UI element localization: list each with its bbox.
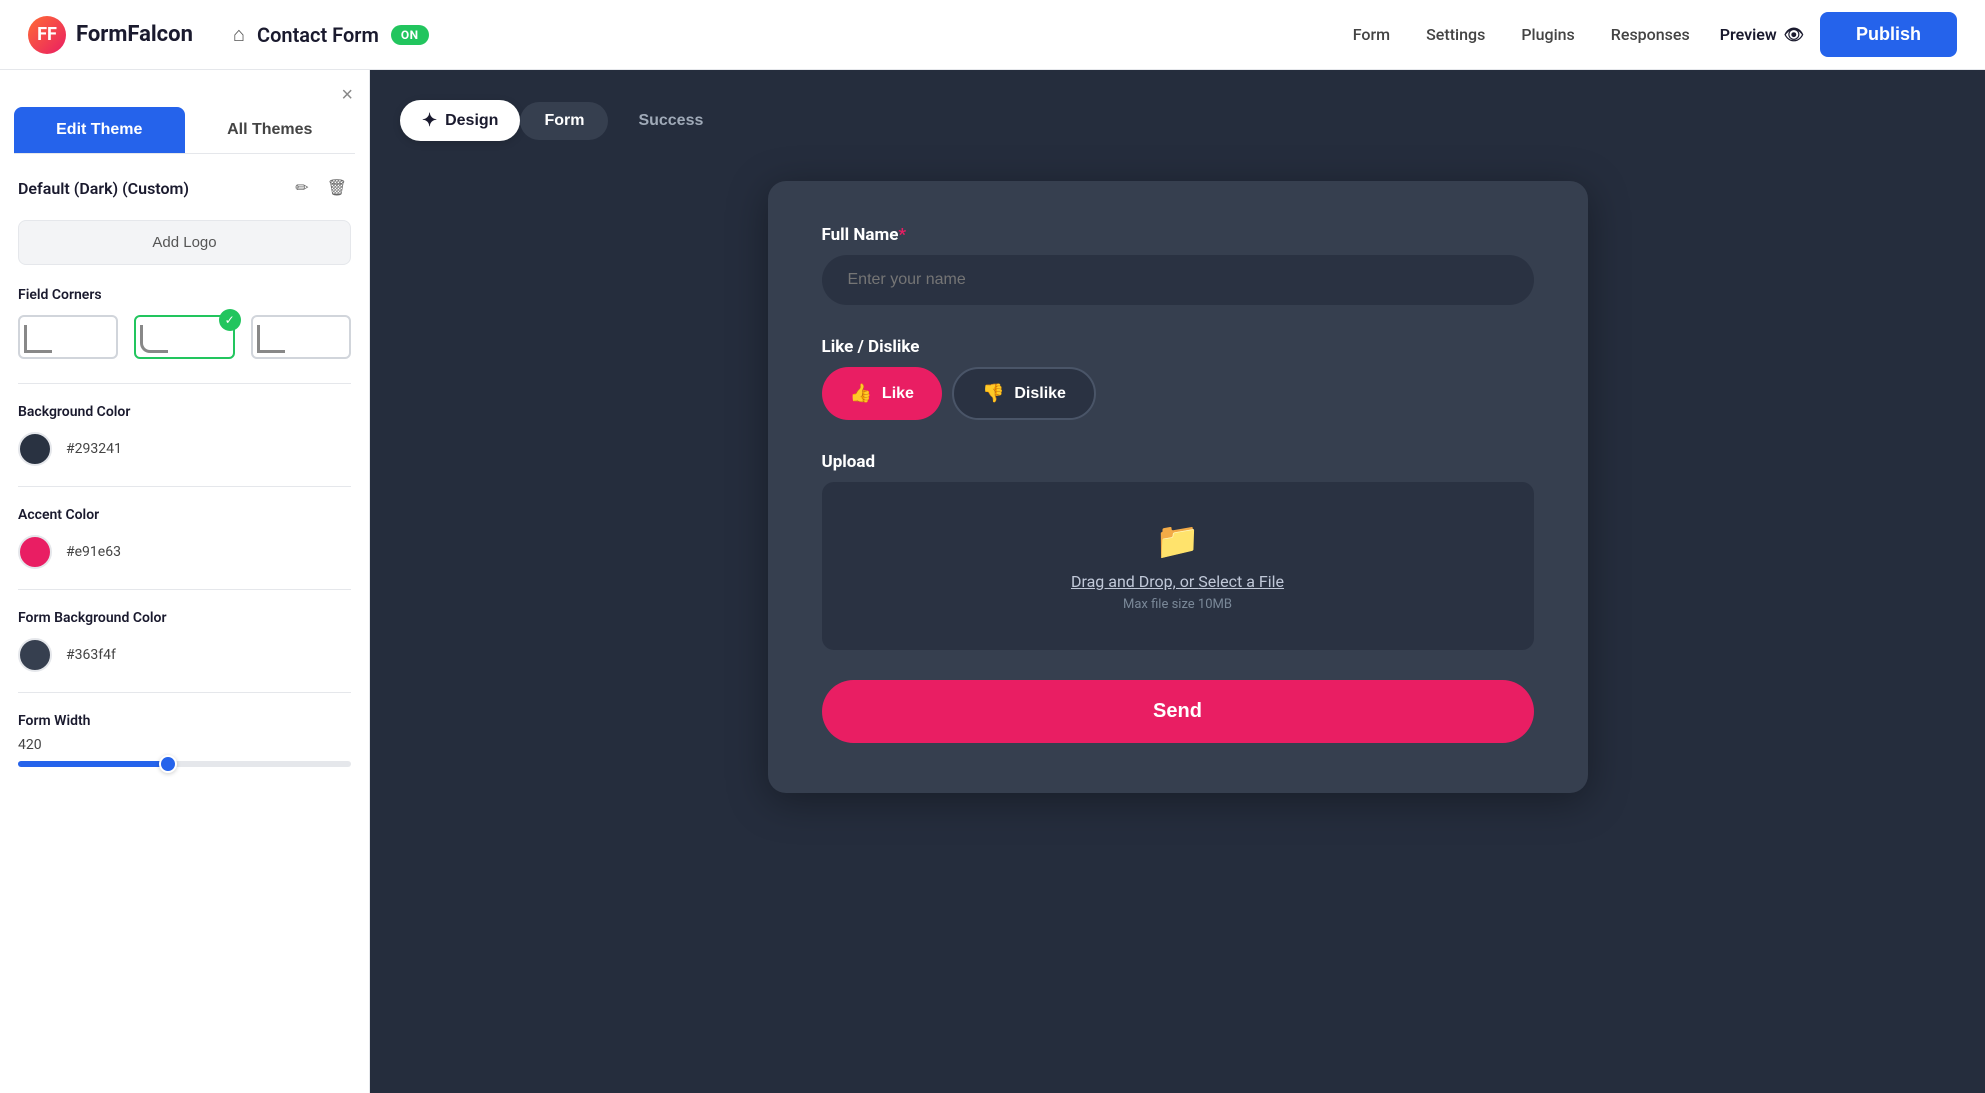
on-badge: ON xyxy=(391,25,429,45)
upload-main-text: Drag and Drop, or Select a File xyxy=(842,572,1514,591)
corner-sharp[interactable] xyxy=(18,315,118,359)
theme-actions: ✏ 🗑 xyxy=(291,174,351,202)
form-title: Contact Form xyxy=(257,23,379,47)
bg-color-row: #293241 xyxy=(18,432,351,466)
top-navigation: FF FormFalcon ⌂ Contact Form ON Form Set… xyxy=(0,0,1985,70)
form-width-value: 420 xyxy=(18,737,351,753)
send-button[interactable]: Send xyxy=(822,680,1534,743)
field-corners-label: Field Corners xyxy=(18,287,351,303)
nav-plugins[interactable]: Plugins xyxy=(1521,25,1574,44)
tab-success[interactable]: Success xyxy=(614,102,727,140)
form-bg-color-hex: #363f4f xyxy=(66,647,116,663)
brand-name: FormFalcon xyxy=(76,22,193,47)
corner-round[interactable]: ✓ xyxy=(134,315,234,359)
corners-row: ✓ xyxy=(18,315,351,359)
form-width-slider-track xyxy=(18,761,351,767)
publish-button[interactable]: Publish xyxy=(1820,12,1957,57)
eye-icon: 👁 xyxy=(1784,25,1804,44)
upload-sub-text: Max file size 10MB xyxy=(842,597,1514,612)
sidebar-content: Default (Dark) (Custom) ✏ 🗑 Add Logo Fie… xyxy=(0,154,369,1093)
main-body: × Edit Theme All Themes Default (Dark) (… xyxy=(0,70,1985,1093)
close-button[interactable]: × xyxy=(341,84,353,107)
tab-all-themes[interactable]: All Themes xyxy=(185,107,356,153)
edit-theme-button[interactable]: ✏ xyxy=(291,174,312,202)
nav-responses[interactable]: Responses xyxy=(1611,25,1690,44)
accent-color-label: Accent Color xyxy=(18,507,351,523)
corner-sharp2[interactable] xyxy=(251,315,351,359)
sidebar-header: × xyxy=(0,70,369,107)
dislike-label: Dislike xyxy=(1014,385,1066,403)
dislike-button[interactable]: 👎 Dislike xyxy=(952,367,1096,420)
theme-name: Default (Dark) (Custom) xyxy=(18,179,189,198)
required-asterisk: * xyxy=(898,225,906,245)
like-dislike-row: 👍 Like 👎 Dislike xyxy=(822,367,1534,420)
tab-form[interactable]: Form xyxy=(520,102,608,140)
accent-color-hex: #e91e63 xyxy=(66,544,121,560)
full-name-label: Full Name* xyxy=(822,225,1534,245)
form-width-label: Form Width xyxy=(18,713,351,729)
like-label: Like xyxy=(882,385,914,403)
design-button[interactable]: ✦ Design xyxy=(400,100,520,141)
slider-fill xyxy=(18,761,168,767)
accent-color-swatch[interactable] xyxy=(18,535,52,569)
like-button[interactable]: 👍 Like xyxy=(822,367,942,420)
brand-logo-icon: FF xyxy=(28,16,66,54)
delete-theme-button[interactable]: 🗑 xyxy=(323,174,351,202)
upload-folder-icon: 📁 xyxy=(842,520,1514,562)
canvas-top-bar: ✦ Design Form Success xyxy=(400,100,1955,141)
nav-links: Form Settings Plugins Responses xyxy=(1353,25,1690,44)
form-title-area: ⌂ Contact Form ON xyxy=(233,22,429,47)
brand-area: FF FormFalcon xyxy=(28,16,193,54)
bg-color-hex: #293241 xyxy=(66,441,122,457)
bg-color-swatch[interactable] xyxy=(18,432,52,466)
tab-edit-theme[interactable]: Edit Theme xyxy=(14,107,185,153)
preview-label: Preview xyxy=(1720,25,1777,44)
thumbs-up-icon: 👍 xyxy=(850,383,872,404)
theme-title-row: Default (Dark) (Custom) ✏ 🗑 xyxy=(18,174,351,202)
sidebar: × Edit Theme All Themes Default (Dark) (… xyxy=(0,70,370,1093)
like-dislike-label: Like / Dislike xyxy=(822,337,1534,357)
form-tabs: Form Success xyxy=(520,102,727,140)
full-name-input[interactable] xyxy=(822,255,1534,305)
select-file-link[interactable]: Select a File xyxy=(1198,572,1284,591)
bg-color-label: Background Color xyxy=(18,404,351,420)
nav-form[interactable]: Form xyxy=(1353,25,1390,44)
design-label: Design xyxy=(445,112,498,130)
preview-button[interactable]: Preview 👁 xyxy=(1720,25,1804,44)
accent-color-row: #e91e63 xyxy=(18,535,351,569)
add-logo-button[interactable]: Add Logo xyxy=(18,220,351,265)
thumbs-down-icon: 👎 xyxy=(982,383,1004,404)
form-width-slider-thumb[interactable] xyxy=(159,755,177,773)
upload-zone[interactable]: 📁 Drag and Drop, or Select a File Max fi… xyxy=(822,482,1534,650)
upload-label: Upload xyxy=(822,452,1534,472)
canvas-area: ✦ Design Form Success Full Name* Like / … xyxy=(370,70,1985,1093)
form-bg-color-swatch[interactable] xyxy=(18,638,52,672)
home-icon[interactable]: ⌂ xyxy=(233,22,245,47)
nav-settings[interactable]: Settings xyxy=(1426,25,1485,44)
design-icon: ✦ xyxy=(422,110,437,131)
form-card: Full Name* Like / Dislike 👍 Like 👎 Disli… xyxy=(768,181,1588,793)
form-bg-color-label: Form Background Color xyxy=(18,610,351,626)
form-bg-color-row: #363f4f xyxy=(18,638,351,672)
tabs-row: Edit Theme All Themes xyxy=(14,107,355,154)
